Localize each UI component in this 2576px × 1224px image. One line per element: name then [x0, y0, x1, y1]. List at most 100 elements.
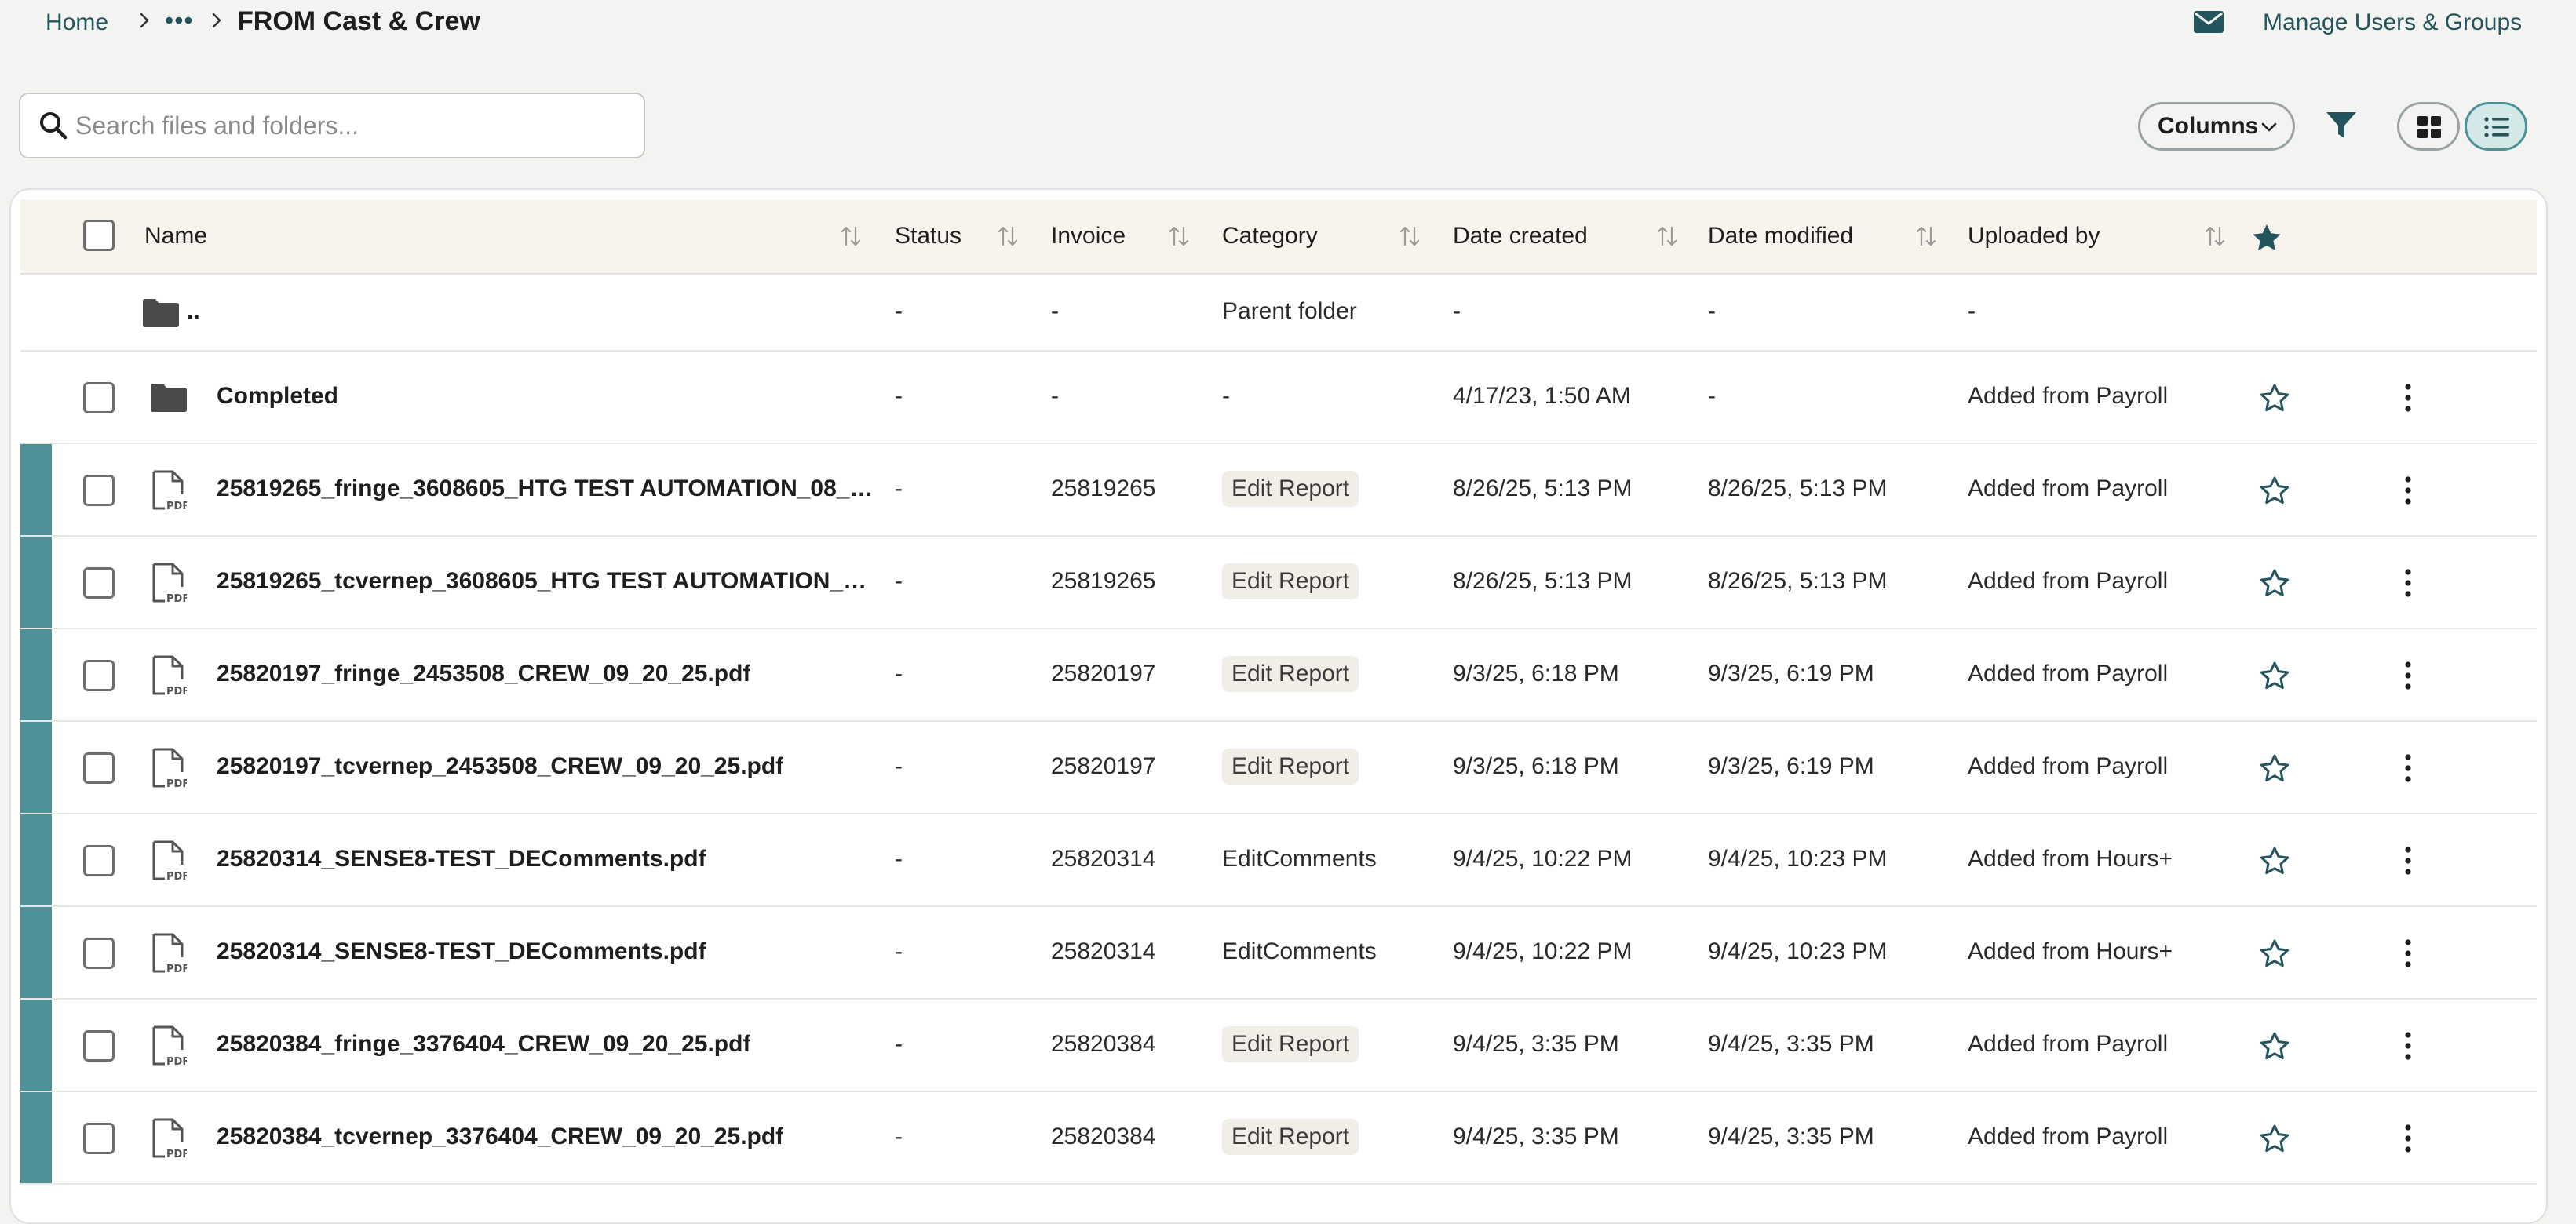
- table-row[interactable]: PDF 25820314_SENSE8-TEST_DEComments.pdf - 2…: [20, 907, 2537, 1000]
- file-name[interactable]: 25820384_tcvernep_3376404_CREW_09_20_25.…: [217, 1124, 783, 1150]
- table-row[interactable]: PDF 25819265_tcvernep_3608605_HTG TEST AU…: [20, 537, 2537, 629]
- breadcrumb-overflow-button[interactable]: •••: [165, 8, 194, 33]
- table-row[interactable]: PDF 25820384_fringe_3376404_CREW_09_20_25…: [20, 1000, 2537, 1092]
- file-name[interactable]: Completed: [217, 383, 338, 410]
- row-highlight-bar: [20, 1092, 52, 1183]
- sort-icon[interactable]: [1168, 224, 1190, 248]
- table-row[interactable]: Completed - - - 4/17/23, 1:50 AM - Added from …: [20, 352, 2537, 444]
- list-view-button[interactable]: [2465, 102, 2527, 151]
- columns-dropdown-button[interactable]: Columns: [2138, 102, 2295, 151]
- table-row[interactable]: PDF 25820384_tcvernep_3376404_CREW_09_20_…: [20, 1092, 2537, 1185]
- breadcrumb-home-link[interactable]: Home: [46, 9, 108, 36]
- sort-icon[interactable]: [2204, 224, 2226, 248]
- status-cell: -: [895, 661, 903, 687]
- sort-icon[interactable]: [997, 224, 1019, 248]
- more-options-icon[interactable]: [2399, 1030, 2417, 1062]
- invoice-cell: 25820197: [1051, 753, 1156, 779]
- date-created-cell: 9/4/25, 10:22 PM: [1453, 846, 1633, 872]
- favorites-star-icon[interactable]: [2251, 223, 2282, 253]
- row-checkbox[interactable]: [83, 938, 115, 969]
- row-checkbox[interactable]: [83, 475, 115, 506]
- column-header-category[interactable]: Category: [1222, 223, 1318, 250]
- star-outline-icon[interactable]: [2259, 475, 2290, 505]
- row-highlight-bar: [20, 907, 52, 998]
- sort-icon[interactable]: [1656, 224, 1678, 248]
- column-header-invoice[interactable]: Invoice: [1051, 223, 1126, 250]
- table-row[interactable]: PDF 25820197_fringe_2453508_CREW_09_20_25…: [20, 629, 2537, 722]
- column-header-status[interactable]: Status: [895, 223, 961, 250]
- row-checkbox[interactable]: [83, 1030, 115, 1062]
- date-created-cell: -: [1453, 298, 1461, 324]
- folder-icon: [143, 299, 179, 327]
- chevron-down-icon: [2261, 122, 2277, 132]
- star-outline-icon[interactable]: [2259, 1124, 2290, 1153]
- date-modified-cell: 9/4/25, 3:35 PM: [1708, 1124, 1874, 1149]
- sort-icon[interactable]: [1915, 224, 1937, 248]
- more-options-icon[interactable]: [2399, 752, 2417, 784]
- row-highlight-bar: [20, 1000, 52, 1091]
- star-outline-icon[interactable]: [2259, 846, 2290, 876]
- row-checkbox[interactable]: [83, 382, 115, 413]
- star-outline-icon[interactable]: [2259, 383, 2290, 413]
- manage-users-groups-link[interactable]: Manage Users & Groups: [2263, 9, 2522, 36]
- table-row[interactable]: PDF 25820314_SENSE8-TEST_DEComments.pdf - 2…: [20, 814, 2537, 907]
- row-checkbox[interactable]: [83, 1123, 115, 1154]
- status-cell: -: [895, 938, 903, 964]
- more-options-icon[interactable]: [2399, 938, 2417, 969]
- svg-text:PDF: PDF: [166, 686, 187, 697]
- table-row[interactable]: PDF 25819265_fringe_3608605_HTG TEST AUTO…: [20, 444, 2537, 537]
- row-checkbox[interactable]: [83, 567, 115, 599]
- row-highlight-bar: [20, 537, 52, 628]
- date-created-cell: 8/26/25, 5:13 PM: [1453, 475, 1633, 501]
- invoice-cell: 25819265: [1051, 568, 1156, 594]
- star-outline-icon[interactable]: [2259, 1031, 2290, 1061]
- file-name[interactable]: 25820197_fringe_2453508_CREW_09_20_25.pd…: [217, 661, 750, 687]
- file-name[interactable]: 25820314_SENSE8-TEST_DEComments.pdf: [217, 846, 706, 872]
- more-options-icon[interactable]: [2399, 1123, 2417, 1154]
- column-header-uploaded-by[interactable]: Uploaded by: [1968, 223, 2100, 250]
- sort-icon[interactable]: [840, 224, 862, 248]
- star-outline-icon[interactable]: [2259, 568, 2290, 598]
- column-header-name[interactable]: Name: [144, 223, 207, 250]
- star-outline-icon[interactable]: [2259, 753, 2290, 783]
- filter-icon[interactable]: [2325, 110, 2358, 141]
- pdf-file-icon: PDF: [152, 1025, 187, 1067]
- sort-icon[interactable]: [1399, 224, 1421, 248]
- column-header-date-modified[interactable]: Date modified: [1708, 223, 1853, 250]
- category-cell: Parent folder: [1222, 298, 1357, 324]
- svg-text:PDF: PDF: [166, 501, 187, 512]
- category-badge: Edit Report: [1222, 749, 1359, 785]
- search-box[interactable]: [19, 93, 645, 158]
- parent-folder-row[interactable]: .. - - Parent folder - - -: [20, 275, 2537, 352]
- file-name[interactable]: 25819265_fringe_3608605_HTG TEST AUTOMAT…: [217, 475, 874, 502]
- more-options-icon[interactable]: [2399, 845, 2417, 876]
- row-checkbox[interactable]: [83, 660, 115, 691]
- list-view-icon: [2484, 117, 2509, 137]
- more-options-icon[interactable]: [2399, 382, 2417, 413]
- svg-text:PDF: PDF: [166, 778, 187, 789]
- category-badge: Edit Report: [1222, 1119, 1359, 1155]
- star-outline-icon[interactable]: [2259, 938, 2290, 968]
- file-name[interactable]: 25820384_fringe_3376404_CREW_09_20_25.pd…: [217, 1031, 750, 1058]
- file-name[interactable]: 25819265_tcvernep_3608605_HTG TEST AUTOM…: [217, 568, 874, 595]
- column-header-date-created[interactable]: Date created: [1453, 223, 1588, 250]
- more-options-icon[interactable]: [2399, 660, 2417, 691]
- category-badge: Edit Report: [1222, 1026, 1359, 1062]
- file-name[interactable]: 25820314_SENSE8-TEST_DEComments.pdf: [217, 938, 706, 965]
- status-cell: -: [895, 568, 903, 594]
- table-row[interactable]: PDF 25820197_tcvernep_2453508_CREW_09_20_…: [20, 722, 2537, 814]
- date-modified-cell: -: [1708, 298, 1716, 324]
- more-options-icon[interactable]: [2399, 475, 2417, 506]
- more-options-icon[interactable]: [2399, 567, 2417, 599]
- grid-view-button[interactable]: [2397, 102, 2460, 151]
- mail-icon[interactable]: [2193, 9, 2224, 35]
- row-checkbox[interactable]: [83, 845, 115, 876]
- search-input[interactable]: [75, 105, 625, 146]
- select-all-checkbox[interactable]: [83, 220, 115, 251]
- file-name[interactable]: 25820197_tcvernep_2453508_CREW_09_20_25.…: [217, 753, 783, 780]
- status-cell: -: [895, 1124, 903, 1149]
- category-badge: Edit Report: [1222, 656, 1359, 692]
- row-checkbox[interactable]: [83, 752, 115, 784]
- category-cell: EditComments: [1222, 938, 1377, 964]
- star-outline-icon[interactable]: [2259, 661, 2290, 690]
